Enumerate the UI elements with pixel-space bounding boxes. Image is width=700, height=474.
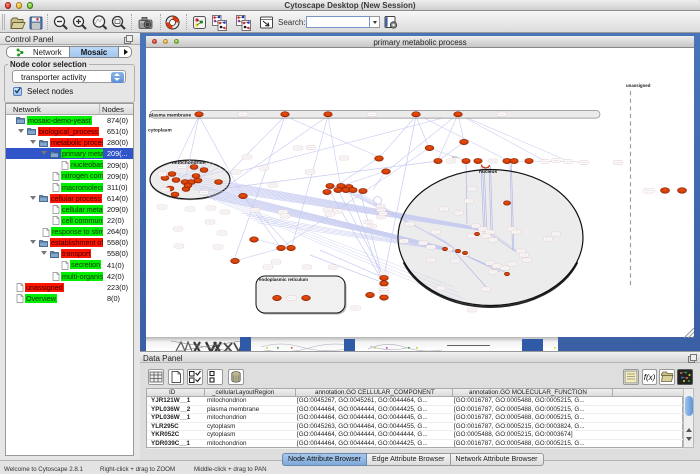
svg-text:nucleus: nucleus: [479, 169, 497, 175]
svg-text:unassigned: unassigned: [626, 83, 651, 88]
svg-text:GO:—: GO:—: [452, 155, 461, 159]
svg-text:endoplasmic reticulum: endoplasmic reticulum: [259, 277, 308, 282]
svg-text:mitochondrion: mitochondrion: [172, 160, 206, 166]
svg-text:plasma membrane: plasma membrane: [149, 112, 191, 118]
svg-text:cytoplasm: cytoplasm: [148, 128, 172, 134]
